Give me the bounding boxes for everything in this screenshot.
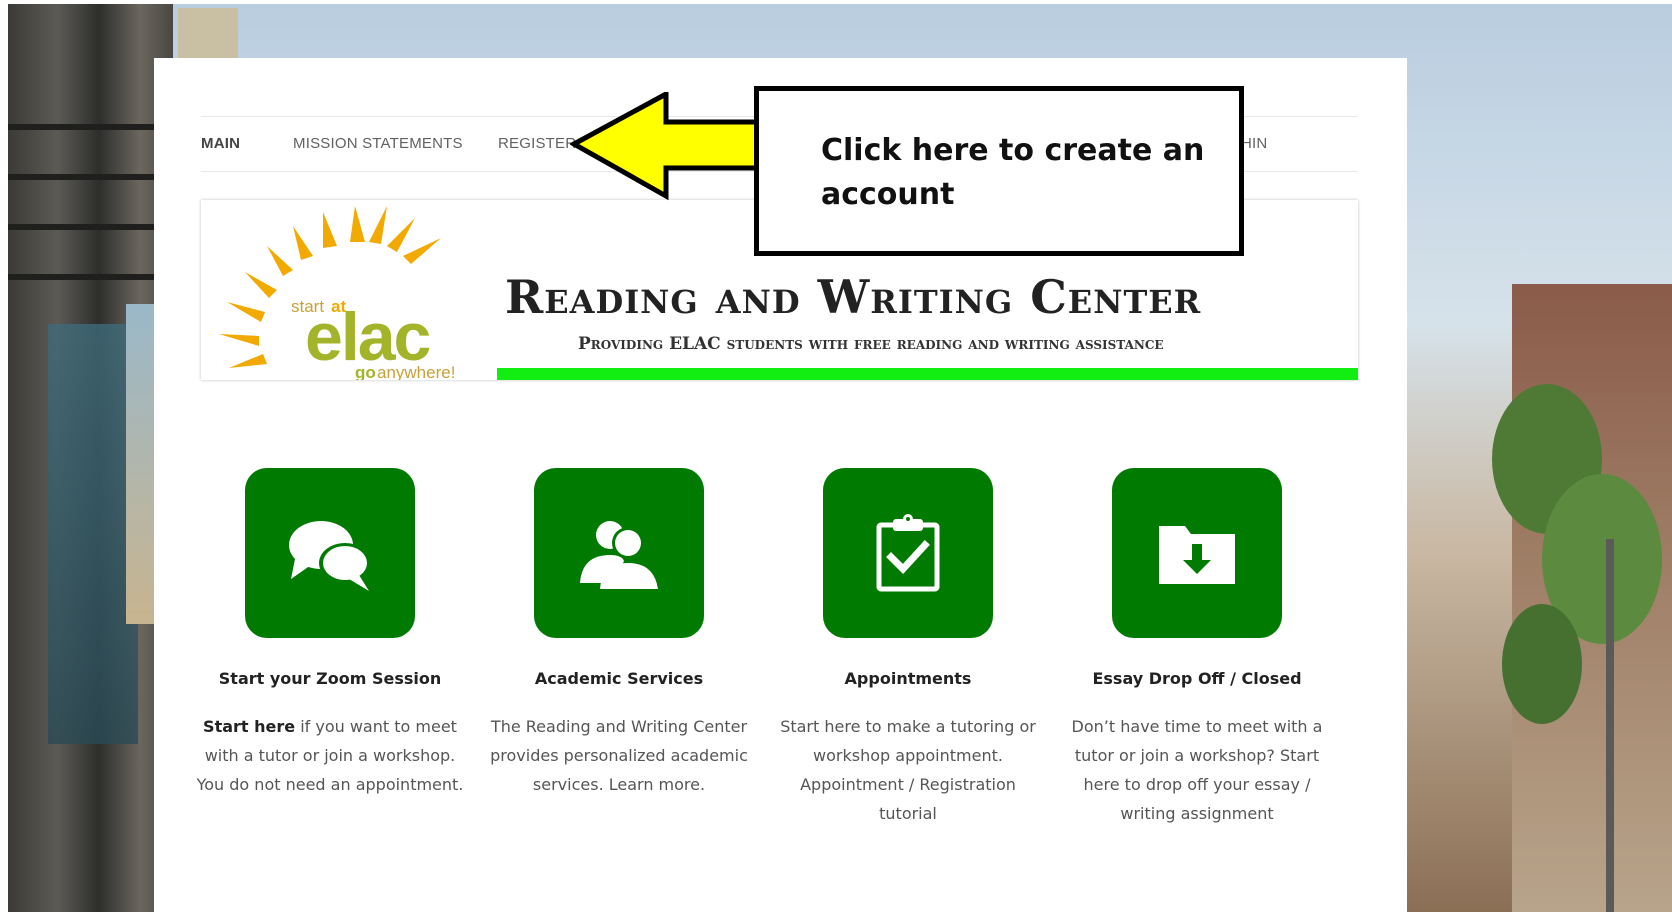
card-appointments-tile[interactable] [823,468,993,638]
user-group-icon [580,521,658,589]
card-zoom-session-title: Start your Zoom Session [218,669,442,688]
annotation-arrow-icon [570,92,763,201]
card-zoom-session-desc: Start here if you want to meet with a tu… [195,712,465,799]
card-academic-services-tile[interactable] [534,468,704,638]
card-appointments-title: Appointments [844,669,972,688]
card-academic-services-title: Academic Services [534,669,704,688]
card-essay-drop-off-tile[interactable] [1112,468,1282,638]
card-academic-services-desc: The Reading and Writing Center provides … [490,717,748,794]
elac-logo: start at elac go anywhere! [219,206,455,380]
hero-subtitle: Providing ELAC students with free readin… [578,334,1164,354]
nav-item-main[interactable]: MAIN [201,135,240,152]
annotation-callout: Click here to create an account [754,86,1244,256]
callout-text: Click here to create an account [821,133,1205,212]
start-here-link[interactable]: Start here [203,717,295,736]
hero-green-bar [497,368,1358,380]
card-appointments-desc: Start here to make a tutoring or worksho… [780,717,1036,823]
hero-title: Reading and Writing Center [505,270,1202,324]
card-zoom-session-tile[interactable] [245,468,415,638]
card-essay-drop-off-title: Essay Drop Off / Closed [1092,669,1302,688]
nav-item-partial[interactable]: HIN [1241,135,1267,152]
nav-item-register[interactable]: REGISTER [498,135,576,152]
chat-bubbles-icon [289,521,371,591]
folder-download-icon [1159,526,1235,584]
sign-top [178,8,238,62]
service-cards: Start your Zoom Session Start here if yo… [197,468,1358,828]
logo-anywhere-text: anywhere! [377,363,455,380]
logo-go-text: go [355,363,376,380]
clipboard-check-icon [876,514,940,592]
card-essay-drop-off-desc: Don’t have time to meet with a tutor or … [1071,717,1323,823]
nav-item-mission-statements[interactable]: MISSION STATEMENTS [293,135,463,152]
lamp-post [1606,539,1614,912]
